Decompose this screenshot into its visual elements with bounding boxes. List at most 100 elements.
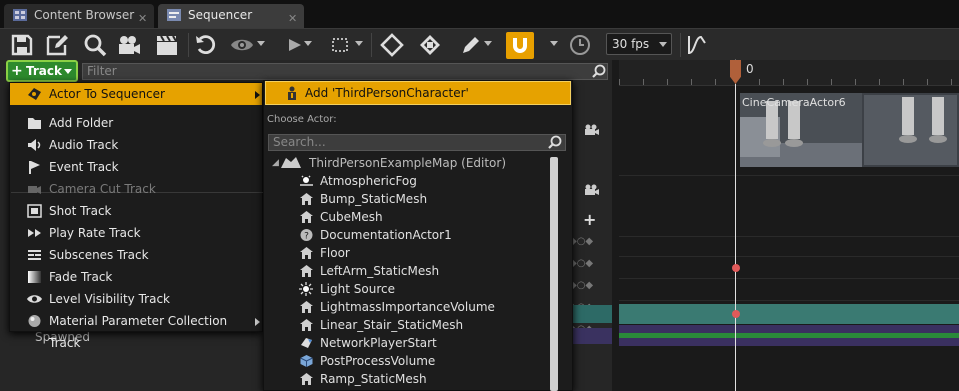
character-icon (288, 86, 296, 100)
ruler-tick (927, 79, 928, 85)
actor-list-item[interactable]: ? DocumentationActor1 (296, 226, 452, 244)
actor-list-item[interactable]: NetworkPlayerStart (296, 334, 437, 352)
timeline-row-divider (619, 236, 959, 237)
add-track-button[interactable]: + Track (6, 60, 78, 82)
menu-item-level-visibility-track[interactable]: Level Visibility Track (10, 288, 262, 310)
refresh-icon[interactable] (194, 33, 218, 57)
menu-item-subscenes-track[interactable]: Subscenes Track (10, 244, 262, 266)
keyframe[interactable] (732, 264, 740, 272)
save-as-icon[interactable] (45, 33, 69, 57)
section-bar[interactable] (619, 325, 959, 333)
actor-search-input[interactable]: Search... (268, 134, 566, 151)
actor-label: LightmassImportanceVolume (320, 300, 495, 314)
keyframe[interactable] (732, 310, 740, 318)
actor-list-item[interactable]: CubeMesh (296, 208, 383, 226)
actor-label: DocumentationActor1 (320, 228, 452, 242)
clapper-icon[interactable] (155, 33, 179, 57)
chevron-down-icon[interactable] (550, 41, 558, 46)
toolbar: 30 fps (0, 28, 959, 60)
actor-label: Ramp_StaticMesh (320, 372, 427, 386)
eye-icon[interactable] (230, 33, 254, 57)
time-ruler[interactable] (619, 59, 959, 86)
fps-select[interactable]: 30 fps (606, 33, 672, 55)
actor-list-item[interactable]: LeftArm_StaticMesh (296, 262, 439, 280)
snap-toggle-button[interactable] (506, 32, 534, 59)
subscenes-icon (28, 250, 41, 260)
actor-label: Floor (320, 246, 350, 260)
map-icon (281, 157, 301, 168)
curve-editor-icon[interactable] (686, 33, 710, 57)
menu-item-event-track[interactable]: Event Track (10, 156, 262, 178)
static-mesh-icon (300, 211, 313, 223)
play-rate-icon (28, 229, 41, 237)
menu-item-play-rate-track[interactable]: Play Rate Track (10, 222, 262, 244)
filter-input[interactable]: Filter (82, 63, 608, 80)
save-icon[interactable] (10, 33, 34, 57)
actor-list-scrollbar[interactable] (550, 157, 558, 391)
chevron-down-icon[interactable] (304, 41, 312, 46)
add-key-icon[interactable]: + (583, 210, 596, 229)
actor-label: Bump_StaticMesh (320, 192, 428, 206)
player-start-icon (301, 338, 312, 348)
menu-item-fade-track[interactable]: Fade Track (10, 266, 262, 288)
play-icon[interactable] (282, 33, 306, 57)
menu-item-shot-track[interactable]: Shot Track (10, 200, 262, 222)
menu-item-audio-track[interactable]: Audio Track (10, 134, 262, 156)
help-icon: ? (300, 229, 313, 242)
menu-item-actor-to-sequencer[interactable]: Actor To Sequencer (10, 83, 262, 105)
actor-label: NetworkPlayerStart (320, 336, 437, 350)
content-browser-icon (13, 9, 27, 21)
choose-actor-heading: Choose Actor: (267, 114, 337, 125)
transform-icon[interactable] (418, 33, 442, 57)
divider (371, 33, 372, 57)
camera-icon[interactable] (584, 124, 600, 136)
menu-item-label: Event Track (49, 160, 119, 174)
timeline-row-divider (619, 256, 959, 257)
ruler-tick (759, 79, 760, 85)
camera-icon[interactable] (117, 33, 141, 57)
tab-sequencer[interactable]: Sequencer ✕ (158, 4, 304, 28)
actor-list-item[interactable]: AtmosphericFog (296, 172, 417, 190)
timeline-row-divider (619, 175, 959, 176)
transform-section[interactable] (619, 304, 959, 324)
actor-list-item[interactable]: Linear_Stair_StaticMesh (296, 316, 463, 334)
key-icon[interactable] (380, 33, 404, 57)
audio-icon (28, 139, 41, 151)
search-icon[interactable] (83, 33, 107, 57)
clock-icon[interactable] (568, 33, 592, 57)
selection-range-icon[interactable] (328, 33, 352, 57)
fade-icon (28, 271, 41, 283)
camera-icon[interactable] (584, 184, 600, 196)
menu-item-label: Add Folder (49, 116, 114, 130)
actor-list-item[interactable]: Bump_StaticMesh (296, 190, 427, 208)
static-mesh-icon (300, 373, 313, 385)
actor-list-item[interactable]: LightmassImportanceVolume (296, 298, 495, 316)
map-tree-item[interactable]: ◢ ThirdPersonExampleMap (Editor) (272, 154, 506, 172)
event-flag-icon (29, 161, 40, 174)
pencil-icon[interactable] (459, 33, 483, 57)
folder-icon (28, 118, 41, 129)
add-third-person-character-item[interactable]: Add 'ThirdPersonCharacter' (265, 81, 571, 105)
actor-list-item[interactable]: Ramp_StaticMesh (296, 370, 427, 388)
ruler-tick (855, 79, 856, 85)
collapse-triangle-icon[interactable]: ◢ (272, 154, 279, 172)
chevron-down-icon[interactable] (484, 41, 492, 46)
actor-list-item[interactable]: Floor (296, 244, 350, 262)
close-icon[interactable]: ✕ (138, 8, 147, 30)
actor-label: LeftArm_StaticMesh (320, 264, 440, 278)
chevron-down-icon[interactable] (257, 41, 265, 46)
section-bar[interactable] (619, 338, 959, 346)
plus-icon: + (11, 63, 23, 79)
chevron-down-icon[interactable] (355, 41, 363, 46)
menu-item-add-folder[interactable]: Add Folder (10, 112, 262, 134)
track-button-label: Track (26, 64, 62, 78)
tab-content-browser[interactable]: Content Browser ✕ (4, 4, 154, 28)
menu-item-label: Level Visibility Track (49, 292, 170, 306)
actor-list-item[interactable]: PostProcessVolume (296, 352, 435, 370)
menu-item-material-parameter-collection-track[interactable]: Material Parameter Collection Track (10, 310, 262, 350)
actor-label: Light Source (320, 282, 395, 296)
actor-list-item[interactable]: Light Source (296, 280, 395, 298)
eye-icon (27, 295, 42, 303)
close-icon[interactable]: ✕ (288, 8, 297, 30)
chevron-down-icon (64, 69, 72, 74)
